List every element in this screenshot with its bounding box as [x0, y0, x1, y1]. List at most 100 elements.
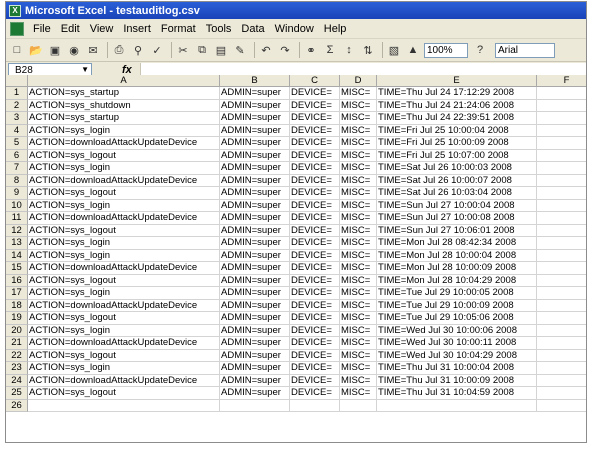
cell-a[interactable]: ACTION=sys_login: [28, 162, 220, 175]
cell-a[interactable]: ACTION=sys_shutdown: [28, 99, 220, 112]
cell-e[interactable]: TIME=Tue Jul 29 10:05:06 2008: [377, 312, 537, 325]
cell-f[interactable]: [537, 112, 586, 125]
cell-d[interactable]: MISC=: [340, 149, 377, 162]
row-header[interactable]: 17: [6, 287, 28, 300]
paste-icon[interactable]: ▤: [213, 42, 229, 58]
cell-e[interactable]: TIME=Sat Jul 26 10:03:04 2008: [377, 187, 537, 200]
cell-c[interactable]: DEVICE=: [290, 312, 340, 325]
cell-b[interactable]: ADMIN=super: [220, 187, 290, 200]
cell-f[interactable]: [537, 150, 586, 162]
cell-f[interactable]: [537, 337, 586, 350]
cell-d[interactable]: [340, 399, 377, 412]
cell-b[interactable]: ADMIN=super: [220, 149, 290, 162]
hyperlink-icon[interactable]: ⚭: [303, 42, 319, 58]
font-select[interactable]: Arial: [495, 42, 555, 58]
cell-c[interactable]: DEVICE=: [290, 287, 340, 300]
cell-e[interactable]: TIME=Sun Jul 27 10:00:08 2008: [377, 212, 537, 225]
cell-d[interactable]: MISC=: [340, 249, 377, 262]
cell-d[interactable]: MISC=: [340, 237, 377, 250]
cell-b[interactable]: ADMIN=super: [220, 224, 290, 237]
row-header[interactable]: 19: [6, 312, 28, 325]
cell-d[interactable]: MISC=: [340, 337, 377, 350]
cell-f[interactable]: [537, 100, 586, 112]
row-header[interactable]: 18: [6, 299, 28, 312]
cell-f[interactable]: [537, 325, 586, 337]
row-header[interactable]: 21: [6, 337, 28, 350]
row-header[interactable]: 16: [6, 274, 28, 287]
row-header[interactable]: 13: [6, 237, 28, 250]
cell-c[interactable]: DEVICE=: [290, 162, 340, 175]
cell-b[interactable]: ADMIN=super: [220, 274, 290, 287]
cell-d[interactable]: MISC=: [340, 362, 377, 375]
column-header-f[interactable]: F: [537, 75, 586, 87]
cell-a[interactable]: ACTION=sys_logout: [28, 149, 220, 162]
cell-b[interactable]: ADMIN=super: [220, 137, 290, 150]
cell-c[interactable]: DEVICE=: [290, 387, 340, 400]
cell-a[interactable]: ACTION=sys_logout: [28, 312, 220, 325]
cell-b[interactable]: ADMIN=super: [220, 87, 290, 100]
cell-f[interactable]: [537, 237, 586, 250]
column-header-e[interactable]: E: [377, 75, 537, 87]
cell-e[interactable]: TIME=Wed Jul 30 10:00:11 2008: [377, 337, 537, 350]
cell-e[interactable]: TIME=Thu Jul 31 10:04:59 2008: [377, 387, 537, 400]
row-header[interactable]: 5: [6, 137, 28, 150]
sort-ascending-icon[interactable]: ↕: [341, 42, 357, 58]
cell-a[interactable]: ACTION=sys_login: [28, 199, 220, 212]
cell-e[interactable]: TIME=Sat Jul 26 10:00:03 2008: [377, 162, 537, 175]
cell-a[interactable]: ACTION=sys_logout: [28, 187, 220, 200]
row-header[interactable]: 2: [6, 99, 28, 112]
cell-b[interactable]: ADMIN=super: [220, 162, 290, 175]
cell-d[interactable]: MISC=: [340, 312, 377, 325]
cell-d[interactable]: MISC=: [340, 199, 377, 212]
row-header[interactable]: 15: [6, 262, 28, 275]
cell-b[interactable]: ADMIN=super: [220, 199, 290, 212]
cell-f[interactable]: [537, 212, 586, 225]
cell-e[interactable]: TIME=Sun Jul 27 10:06:01 2008: [377, 224, 537, 237]
menu-insert[interactable]: Insert: [118, 23, 156, 35]
chart-wizard-icon[interactable]: ▧: [386, 42, 402, 58]
cell-b[interactable]: ADMIN=super: [220, 237, 290, 250]
cell-c[interactable]: DEVICE=: [290, 187, 340, 200]
cell-c[interactable]: DEVICE=: [290, 337, 340, 350]
cell-f[interactable]: [537, 387, 586, 400]
menu-tools[interactable]: Tools: [201, 23, 237, 35]
undo-icon[interactable]: ↶: [258, 42, 274, 58]
cell-d[interactable]: MISC=: [340, 349, 377, 362]
cell-a[interactable]: ACTION=downloadAttackUpdateDevice: [28, 299, 220, 312]
cell-d[interactable]: MISC=: [340, 212, 377, 225]
row-header[interactable]: 7: [6, 162, 28, 175]
cell-d[interactable]: MISC=: [340, 174, 377, 187]
cell-a[interactable]: ACTION=sys_login: [28, 287, 220, 300]
cell-d[interactable]: MISC=: [340, 262, 377, 275]
cell-c[interactable]: DEVICE=: [290, 237, 340, 250]
row-header[interactable]: 3: [6, 112, 28, 125]
cell-c[interactable]: DEVICE=: [290, 262, 340, 275]
print-icon[interactable]: ⎙: [111, 42, 127, 58]
column-header-a[interactable]: A: [28, 75, 220, 87]
cell-e[interactable]: TIME=Mon Jul 28 08:42:34 2008: [377, 237, 537, 250]
menu-file[interactable]: File: [28, 23, 56, 35]
cell-c[interactable]: DEVICE=: [290, 224, 340, 237]
cell-e[interactable]: TIME=Fri Jul 25 10:00:04 2008: [377, 124, 537, 137]
cell-d[interactable]: MISC=: [340, 387, 377, 400]
cell-a[interactable]: ACTION=downloadAttackUpdateDevice: [28, 262, 220, 275]
chevron-down-icon[interactable]: ▼: [81, 65, 89, 74]
cell-d[interactable]: MISC=: [340, 124, 377, 137]
cell-b[interactable]: ADMIN=super: [220, 262, 290, 275]
row-header[interactable]: 20: [6, 324, 28, 337]
row-header[interactable]: 14: [6, 249, 28, 262]
cell-c[interactable]: DEVICE=: [290, 112, 340, 125]
cell-c[interactable]: DEVICE=: [290, 324, 340, 337]
cell-f[interactable]: [537, 375, 586, 387]
cell-a[interactable]: ACTION=downloadAttackUpdateDevice: [28, 174, 220, 187]
row-header[interactable]: 22: [6, 349, 28, 362]
cell-b[interactable]: ADMIN=super: [220, 374, 290, 387]
cell-c[interactable]: DEVICE=: [290, 124, 340, 137]
cell-f[interactable]: [537, 175, 586, 187]
cell-f[interactable]: [537, 137, 586, 150]
cell-b[interactable]: ADMIN=super: [220, 312, 290, 325]
cell-e[interactable]: TIME=Sun Jul 27 10:00:04 2008: [377, 199, 537, 212]
cell-c[interactable]: DEVICE=: [290, 299, 340, 312]
cell-c[interactable]: DEVICE=: [290, 249, 340, 262]
cell-b[interactable]: ADMIN=super: [220, 337, 290, 350]
